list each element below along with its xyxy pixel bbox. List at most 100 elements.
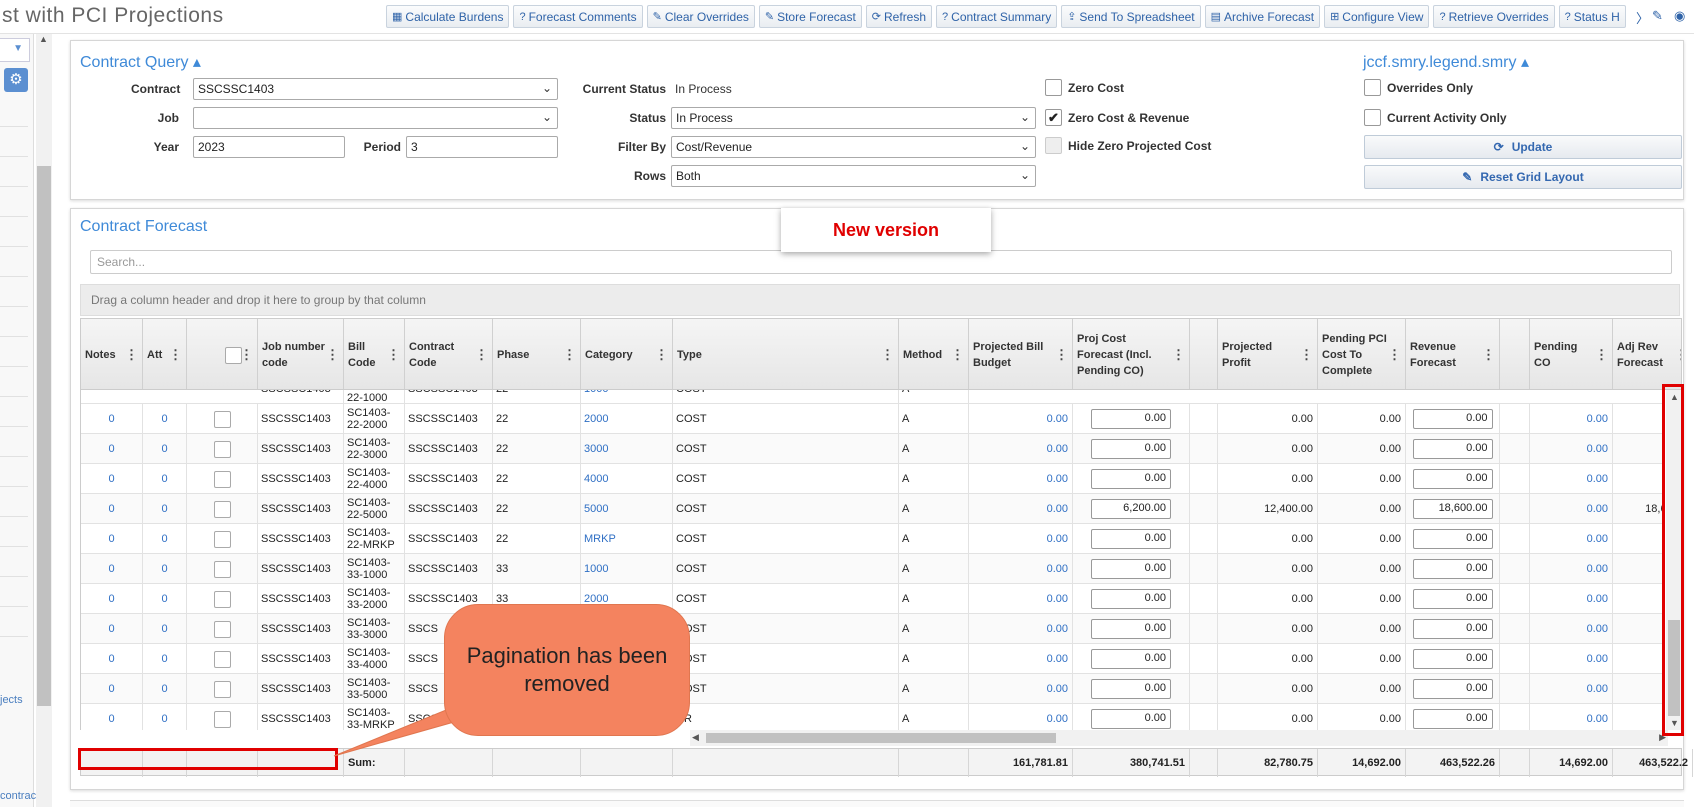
bill-budget-link[interactable]: 0.00 — [969, 584, 1073, 614]
row-checkbox[interactable] — [213, 530, 231, 548]
row-checkbox[interactable] — [213, 590, 231, 608]
current-activity-option[interactable]: Current Activity Only — [1364, 109, 1507, 126]
column-menu-icon[interactable]: ⋮ — [1675, 347, 1681, 363]
category-link[interactable]: 1000 — [581, 390, 673, 404]
attachments-link[interactable]: 0 — [143, 584, 187, 614]
attachments-link[interactable]: 0 — [143, 644, 187, 674]
zero-cost-checkbox[interactable] — [1045, 79, 1062, 96]
pending-co-link[interactable]: 0.00 — [1530, 404, 1613, 434]
notes-link[interactable]: 0 — [81, 464, 143, 494]
column-header[interactable]: Pending CO ⋮ — [1530, 319, 1613, 389]
contract-select[interactable]: SSCSSC1403 ⌄ — [193, 78, 558, 100]
bill-budget-link[interactable]: 0.00 — [969, 674, 1073, 704]
attachments-link[interactable]: 0 — [143, 704, 187, 730]
grid-search-input[interactable]: Search... — [90, 250, 1672, 274]
category-link[interactable]: 3000 — [581, 434, 673, 464]
attachments-link[interactable]: 0 — [143, 494, 187, 524]
column-menu-icon[interactable]: ⋮ — [1482, 347, 1495, 363]
toolbar-button-forecast-comments[interactable]: ? Forecast Comments — [513, 5, 643, 28]
gear-icon[interactable]: ⚙ — [4, 68, 28, 92]
proj-cost-input[interactable]: 0.00 — [1091, 619, 1171, 639]
toolbar-button-status-h[interactable]: ? Status H — [1558, 5, 1626, 28]
row-checkbox[interactable] — [213, 680, 231, 698]
column-header[interactable]: Pending PCI Cost To Complete ⋮ — [1318, 319, 1406, 389]
bill-budget-link[interactable]: 0.00 — [969, 704, 1073, 730]
revenue-input[interactable]: 0.00 — [1412, 439, 1493, 459]
column-menu-icon[interactable]: ⋮ — [1595, 347, 1608, 363]
column-header[interactable]: Bill Code ⋮ — [344, 319, 405, 389]
revenue-input[interactable]: 0.00 — [1412, 619, 1493, 639]
row-checkbox[interactable] — [213, 650, 231, 668]
row-checkbox[interactable] — [213, 500, 231, 518]
attachments-link[interactable]: 0 — [143, 434, 187, 464]
page-scrollbar-thumb[interactable] — [37, 166, 51, 706]
proj-cost-input[interactable]: 0.00 — [1091, 409, 1171, 429]
toolbar-button-send-to-spreadsheet[interactable]: ⇪ Send To Spreadsheet — [1061, 5, 1201, 28]
category-link[interactable]: 4000 — [581, 464, 673, 494]
zero-cost-option[interactable]: Zero Cost — [1045, 79, 1124, 96]
bill-budget-link[interactable]: 0.00 — [969, 464, 1073, 494]
column-menu-icon[interactable]: ⋮ — [563, 347, 576, 363]
revenue-input[interactable]: 18,600.00 — [1412, 499, 1493, 519]
column-header[interactable]: Phase ⋮ — [493, 319, 581, 389]
pending-co-link[interactable]: 0.00 — [1530, 434, 1613, 464]
attachments-link[interactable]: 0 — [143, 674, 187, 704]
toolbar-button-configure-view[interactable]: ⊞ Configure View — [1324, 5, 1430, 28]
update-button[interactable]: ⟳ Update — [1364, 135, 1682, 159]
column-menu-icon[interactable]: ⋮ — [125, 347, 138, 363]
pending-co-link[interactable]: 0.00 — [1530, 554, 1613, 584]
column-header[interactable]: Contract Code ⋮ — [405, 319, 493, 389]
notes-link[interactable]: 0 — [81, 584, 143, 614]
attachments-link[interactable]: 0 — [143, 554, 187, 584]
bill-budget-link[interactable]: 0.00 — [969, 644, 1073, 674]
row-checkbox[interactable] — [213, 620, 231, 638]
pending-co-link[interactable]: 0.00 — [1530, 584, 1613, 614]
category-link[interactable]: MRKP — [581, 524, 673, 554]
toolbar-button-calculate-burdens[interactable]: ▦ Calculate Burdens — [386, 5, 510, 28]
pending-co-link[interactable]: 0.00 — [1530, 494, 1613, 524]
column-menu-icon[interactable]: ⋮ — [1300, 347, 1313, 363]
column-menu-icon[interactable]: ⋮ — [169, 347, 182, 363]
proj-cost-input[interactable]: 0.00 — [1091, 559, 1171, 579]
revenue-input[interactable]: 0.00 — [1412, 469, 1493, 489]
overrides-only-option[interactable]: Overrides Only — [1364, 79, 1473, 96]
row-checkbox[interactable] — [213, 410, 231, 428]
scroll-left-icon[interactable]: ◀ — [692, 732, 699, 743]
job-select[interactable]: ⌄ — [193, 107, 558, 129]
bill-budget-link[interactable]: 0.00 — [969, 554, 1073, 584]
proj-cost-input[interactable]: 6,200.00 — [1091, 499, 1171, 519]
column-header[interactable]: Projected Profit ⋮ — [1218, 319, 1318, 389]
attachments-link[interactable]: 0 — [143, 464, 187, 494]
column-header[interactable]: Type ⋮ — [673, 319, 899, 389]
column-header[interactable] — [1500, 319, 1530, 389]
proj-cost-input[interactable]: 0.00 — [1091, 589, 1171, 609]
notes-link[interactable]: 0 — [81, 674, 143, 704]
notes-link[interactable]: 0 — [81, 524, 143, 554]
column-menu-icon[interactable]: ⋮ — [1055, 347, 1068, 363]
column-header[interactable]: Method ⋮ — [899, 319, 969, 389]
nav-select[interactable]: ▼ — [0, 38, 30, 62]
bill-budget-link[interactable]: 0.00 — [969, 494, 1073, 524]
rows-select[interactable]: Both ⌄ — [671, 165, 1036, 187]
nav-item[interactable]: jects — [0, 694, 23, 706]
pending-co-link[interactable]: 0.00 — [1530, 644, 1613, 674]
column-header[interactable] — [1190, 319, 1218, 389]
revenue-input[interactable]: 0.00 — [1412, 649, 1493, 669]
current-activity-checkbox[interactable] — [1364, 109, 1381, 126]
horizontal-scrollbar-thumb[interactable] — [706, 733, 1056, 743]
column-menu-icon[interactable]: ⋮ — [326, 347, 339, 363]
category-link[interactable]: 1000 — [581, 554, 673, 584]
pending-co-link[interactable]: 0.00 — [1530, 704, 1613, 730]
proj-cost-input[interactable]: 0.00 — [1091, 709, 1171, 729]
column-menu-icon[interactable]: ⋮ — [475, 347, 488, 363]
column-menu-icon[interactable]: ⋮ — [951, 347, 964, 363]
column-header[interactable]: Revenue Forecast ⋮ — [1406, 319, 1500, 389]
row-checkbox[interactable] — [213, 440, 231, 458]
bill-budget-link[interactable]: 0.00 — [969, 434, 1073, 464]
proj-cost-input[interactable]: 0.00 — [1091, 649, 1171, 669]
column-header[interactable]: Proj Cost Forecast (Incl. Pending CO) ⋮ — [1073, 319, 1190, 389]
column-menu-icon[interactable]: ⋮ — [1172, 347, 1185, 363]
overrides-only-checkbox[interactable] — [1364, 79, 1381, 96]
column-header[interactable]: ⋮ — [187, 319, 258, 389]
toolbar-button-contract-summary[interactable]: ? Contract Summary — [936, 5, 1058, 28]
